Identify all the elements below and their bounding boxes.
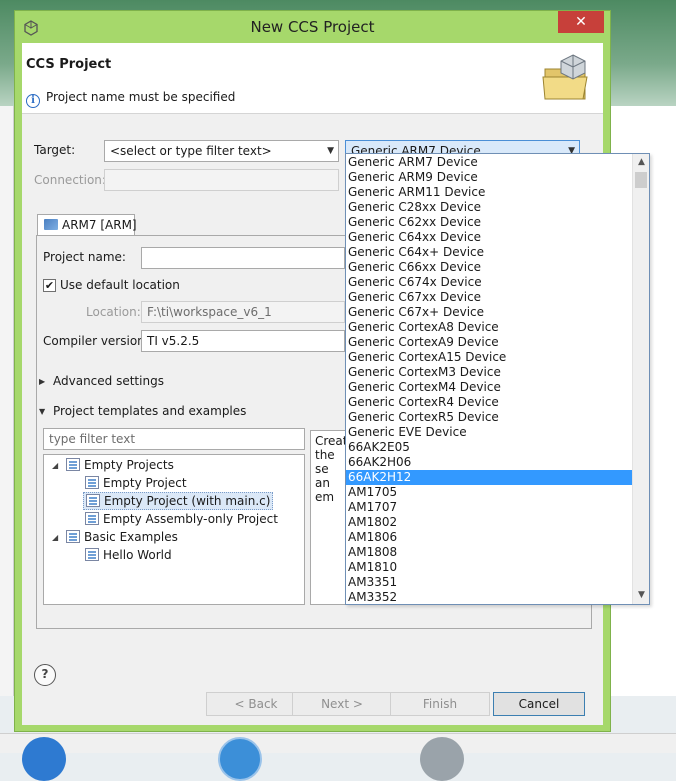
help-button[interactable]: ? [34, 664, 56, 686]
target-filter-combo[interactable]: <select or type filter text> ▼ [104, 140, 339, 162]
device-option[interactable]: AM3351 [346, 575, 633, 590]
tab-label: ARM7 [ARM] [62, 218, 137, 232]
title-bar[interactable]: New CCS Project ✕ [15, 11, 610, 43]
tree-item-empty-project-with-main[interactable]: Empty Project (with main.c) [83, 492, 274, 510]
device-option[interactable]: Generic CortexR5 Device [346, 410, 633, 425]
template-icon [86, 494, 100, 507]
tree-item-empty-assembly-project[interactable]: Empty Assembly-only Project [85, 510, 278, 528]
background-taskbar [0, 733, 676, 753]
compiler-version-value: TI v5.2.5 [147, 334, 200, 348]
scroll-thumb[interactable] [635, 172, 647, 188]
device-option[interactable]: Generic C64x+ Device [346, 245, 633, 260]
device-option[interactable]: Generic CortexA9 Device [346, 335, 633, 350]
device-option[interactable]: Generic ARM9 Device [346, 170, 633, 185]
device-option[interactable]: AM1808 [346, 545, 633, 560]
device-option[interactable]: Generic EVE Device [346, 425, 633, 440]
close-button[interactable]: ✕ [558, 11, 604, 33]
device-option[interactable]: Generic C64xx Device [346, 230, 633, 245]
template-description: Creat the se an em [310, 430, 350, 605]
location-label: Location: [86, 305, 141, 319]
folder-wizard-icon [542, 54, 588, 100]
back-button[interactable]: < Back [206, 692, 306, 716]
device-option[interactable]: 66AK2H12 [346, 470, 633, 485]
project-name-label: Project name: [43, 250, 126, 264]
tab-arm7[interactable]: ARM7 [ARM] [37, 214, 137, 237]
chevron-down-icon: ▼ [327, 146, 334, 156]
advanced-settings-toggle[interactable]: Advanced settings [53, 374, 164, 388]
device-option[interactable]: Generic C674x Device [346, 275, 633, 290]
cancel-button[interactable]: Cancel [493, 692, 585, 716]
use-default-location-checkbox[interactable]: ✔ [43, 279, 56, 292]
page-title: CCS Project [26, 57, 112, 72]
device-option[interactable]: AM1802 [346, 515, 633, 530]
template-folder-icon [66, 530, 80, 543]
connection-combo[interactable] [104, 169, 339, 191]
device-option[interactable]: Generic C62xx Device [346, 215, 633, 230]
tree-item-empty-project[interactable]: Empty Project [85, 474, 187, 492]
background-ide-left-edge [0, 106, 14, 696]
tree-collapse-icon[interactable]: ◢ [52, 461, 58, 470]
device-option[interactable]: AM1810 [346, 560, 633, 575]
validation-message-text: Project name must be specified [46, 90, 236, 104]
chevron-right-icon[interactable]: ▶ [39, 377, 45, 386]
device-option[interactable]: Generic CortexM3 Device [346, 365, 633, 380]
wizard-banner: CCS Project i Project name must be specif… [22, 43, 603, 114]
device-option[interactable]: Generic C67xx Device [346, 290, 633, 305]
device-option[interactable]: Generic ARM11 Device [346, 185, 633, 200]
dropdown-scrollbar[interactable]: ▲ ▼ [632, 154, 649, 604]
target-filter-text: <select or type filter text> [110, 144, 272, 158]
validation-message: i Project name must be specified [26, 90, 235, 108]
device-option[interactable]: AM1806 [346, 530, 633, 545]
device-dropdown-list[interactable]: Generic ARM7 Device Generic ARM9 Device Ge… [345, 153, 650, 605]
background-app-icon [420, 737, 464, 781]
connection-label: Connection: [34, 173, 106, 187]
tree-item-hello-world[interactable]: Hello World [85, 546, 172, 564]
background-app-icon [218, 737, 262, 781]
project-templates-toggle[interactable]: Project templates and examples [53, 404, 246, 418]
device-option[interactable]: AM3352 [346, 590, 633, 604]
tree-item-basic-examples[interactable]: Basic Examples [66, 528, 178, 546]
compiler-version-label: Compiler version: [43, 334, 149, 348]
tree-item-empty-projects[interactable]: Empty Projects [66, 456, 174, 474]
device-option[interactable]: AM1705 [346, 485, 633, 500]
device-icon [44, 219, 58, 230]
template-filter-input[interactable]: type filter text [43, 428, 305, 450]
device-option[interactable]: Generic CortexA15 Device [346, 350, 633, 365]
template-icon [85, 512, 99, 525]
templates-tree: ◢ Empty Projects Empty Project Empty Pro… [43, 454, 305, 605]
device-option[interactable]: Generic CortexR4 Device [346, 395, 633, 410]
device-option[interactable]: Generic C28xx Device [346, 200, 633, 215]
finish-button[interactable]: Finish [390, 692, 490, 716]
next-button[interactable]: Next > [292, 692, 392, 716]
device-option[interactable]: Generic CortexA8 Device [346, 320, 633, 335]
scroll-up-icon[interactable]: ▲ [633, 154, 649, 171]
target-label: Target: [34, 143, 76, 157]
template-folder-icon [66, 458, 80, 471]
device-option[interactable]: AM1707 [346, 500, 633, 515]
template-icon [85, 476, 99, 489]
location-field[interactable]: F:\ti\workspace_v6_1 [141, 301, 345, 323]
device-option[interactable]: 66AK2E05 [346, 440, 633, 455]
project-name-field[interactable] [141, 247, 345, 269]
device-option[interactable]: Generic ARM7 Device [346, 155, 633, 170]
use-default-location-label: Use default location [60, 278, 180, 292]
device-option[interactable]: Generic CortexM4 Device [346, 380, 633, 395]
window-title: New CCS Project [250, 18, 375, 36]
background-app-icon [22, 737, 66, 781]
device-option[interactable]: Generic C67x+ Device [346, 305, 633, 320]
device-option[interactable]: Generic C66xx Device [346, 260, 633, 275]
chevron-down-icon[interactable]: ▼ [39, 407, 45, 416]
compiler-version-combo[interactable]: TI v5.2.5 [141, 330, 345, 352]
scroll-down-icon[interactable]: ▼ [633, 587, 649, 604]
template-icon [85, 548, 99, 561]
info-icon: i [26, 94, 40, 108]
tree-collapse-icon[interactable]: ◢ [52, 533, 58, 542]
device-option[interactable]: 66AK2H06 [346, 455, 633, 470]
